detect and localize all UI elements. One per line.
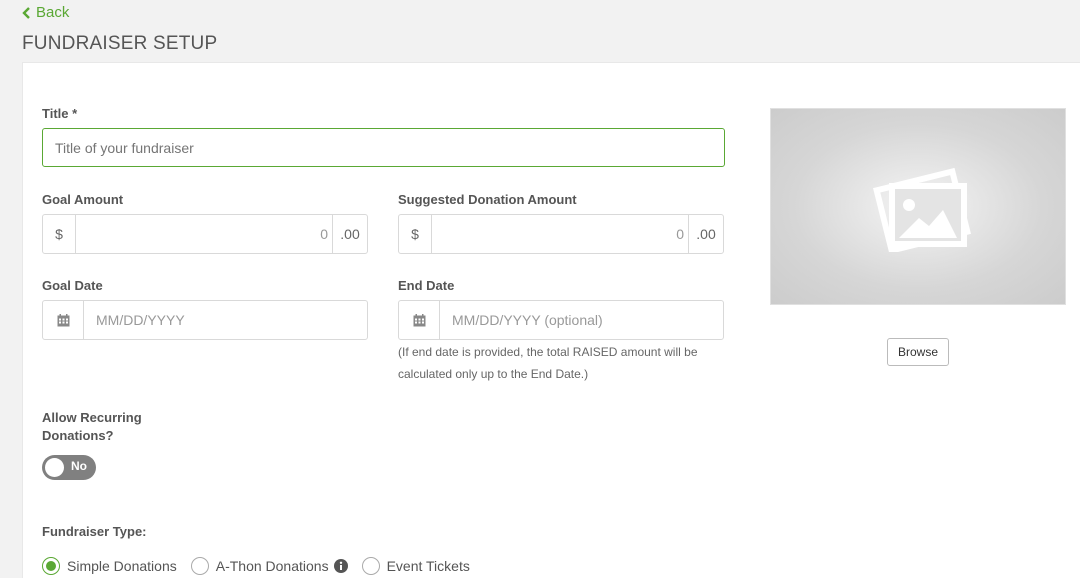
radio-label: A-Thon Donations	[215, 558, 329, 574]
radio-label: Event Tickets	[386, 558, 470, 574]
title-input[interactable]	[42, 128, 725, 167]
fundraiser-image-placeholder[interactable]	[770, 108, 1066, 305]
calendar-icon	[57, 313, 69, 326]
end-date-label: End Date	[398, 278, 455, 293]
end-date-field[interactable]: MM/DD/YYYY (optional)	[398, 300, 724, 340]
radio-unchecked-icon[interactable]	[361, 557, 380, 575]
radio-event-tickets[interactable]: Event Tickets	[361, 557, 470, 575]
goal-date-placeholder[interactable]: MM/DD/YYYY	[84, 301, 367, 339]
goal-amount-label: Goal Amount	[42, 192, 124, 207]
browse-button[interactable]: Browse	[887, 338, 949, 366]
fundraiser-type-label: Fundraiser Type:	[42, 524, 147, 539]
radio-checked-icon[interactable]	[42, 557, 60, 575]
end-date-addon[interactable]	[399, 301, 440, 339]
page-title: FUNDRAISER SETUP	[22, 33, 218, 54]
recurring-label: Allow Recurring Donations?	[42, 410, 142, 443]
goal-amount-field[interactable]: $ 0 .00	[42, 214, 368, 254]
radio-simple-donations[interactable]: Simple Donations	[42, 557, 177, 575]
fundraiser-type-options: Simple Donations A-Thon Donations Event …	[42, 557, 484, 575]
goal-date-label: Goal Date	[42, 278, 103, 293]
goal-date-field[interactable]: MM/DD/YYYY	[42, 300, 368, 340]
end-date-hint: (If end date is provided, the total RAIS…	[398, 345, 698, 381]
goal-cents-addon: .00	[332, 215, 367, 253]
goal-date-addon[interactable]	[43, 301, 84, 339]
radio-athon-donations[interactable]: A-Thon Donations	[190, 557, 348, 575]
back-link[interactable]: Back	[22, 4, 69, 21]
radio-unchecked-icon[interactable]	[190, 557, 209, 575]
image-placeholder-icon	[873, 167, 971, 252]
radio-label: Simple Donations	[67, 558, 177, 574]
suggested-amount-field[interactable]: $ 0 .00	[398, 214, 724, 254]
suggested-currency-addon: $	[399, 215, 432, 253]
back-label: Back	[36, 4, 70, 21]
title-label: Title *	[42, 106, 78, 121]
suggested-amount-label: Suggested Donation Amount	[398, 192, 577, 207]
calendar-icon	[413, 313, 425, 326]
toggle-state-text: No	[71, 459, 87, 473]
recurring-toggle[interactable]: No	[42, 455, 96, 480]
chevron-left-icon	[22, 6, 30, 19]
goal-amount-value[interactable]: 0	[76, 215, 332, 253]
goal-currency-addon: $	[43, 215, 76, 253]
end-date-placeholder[interactable]: MM/DD/YYYY (optional)	[440, 301, 723, 339]
info-icon[interactable]	[333, 559, 348, 573]
suggested-amount-value[interactable]: 0	[432, 215, 688, 253]
suggested-cents-addon: .00	[688, 215, 723, 253]
toggle-knob	[45, 458, 64, 477]
